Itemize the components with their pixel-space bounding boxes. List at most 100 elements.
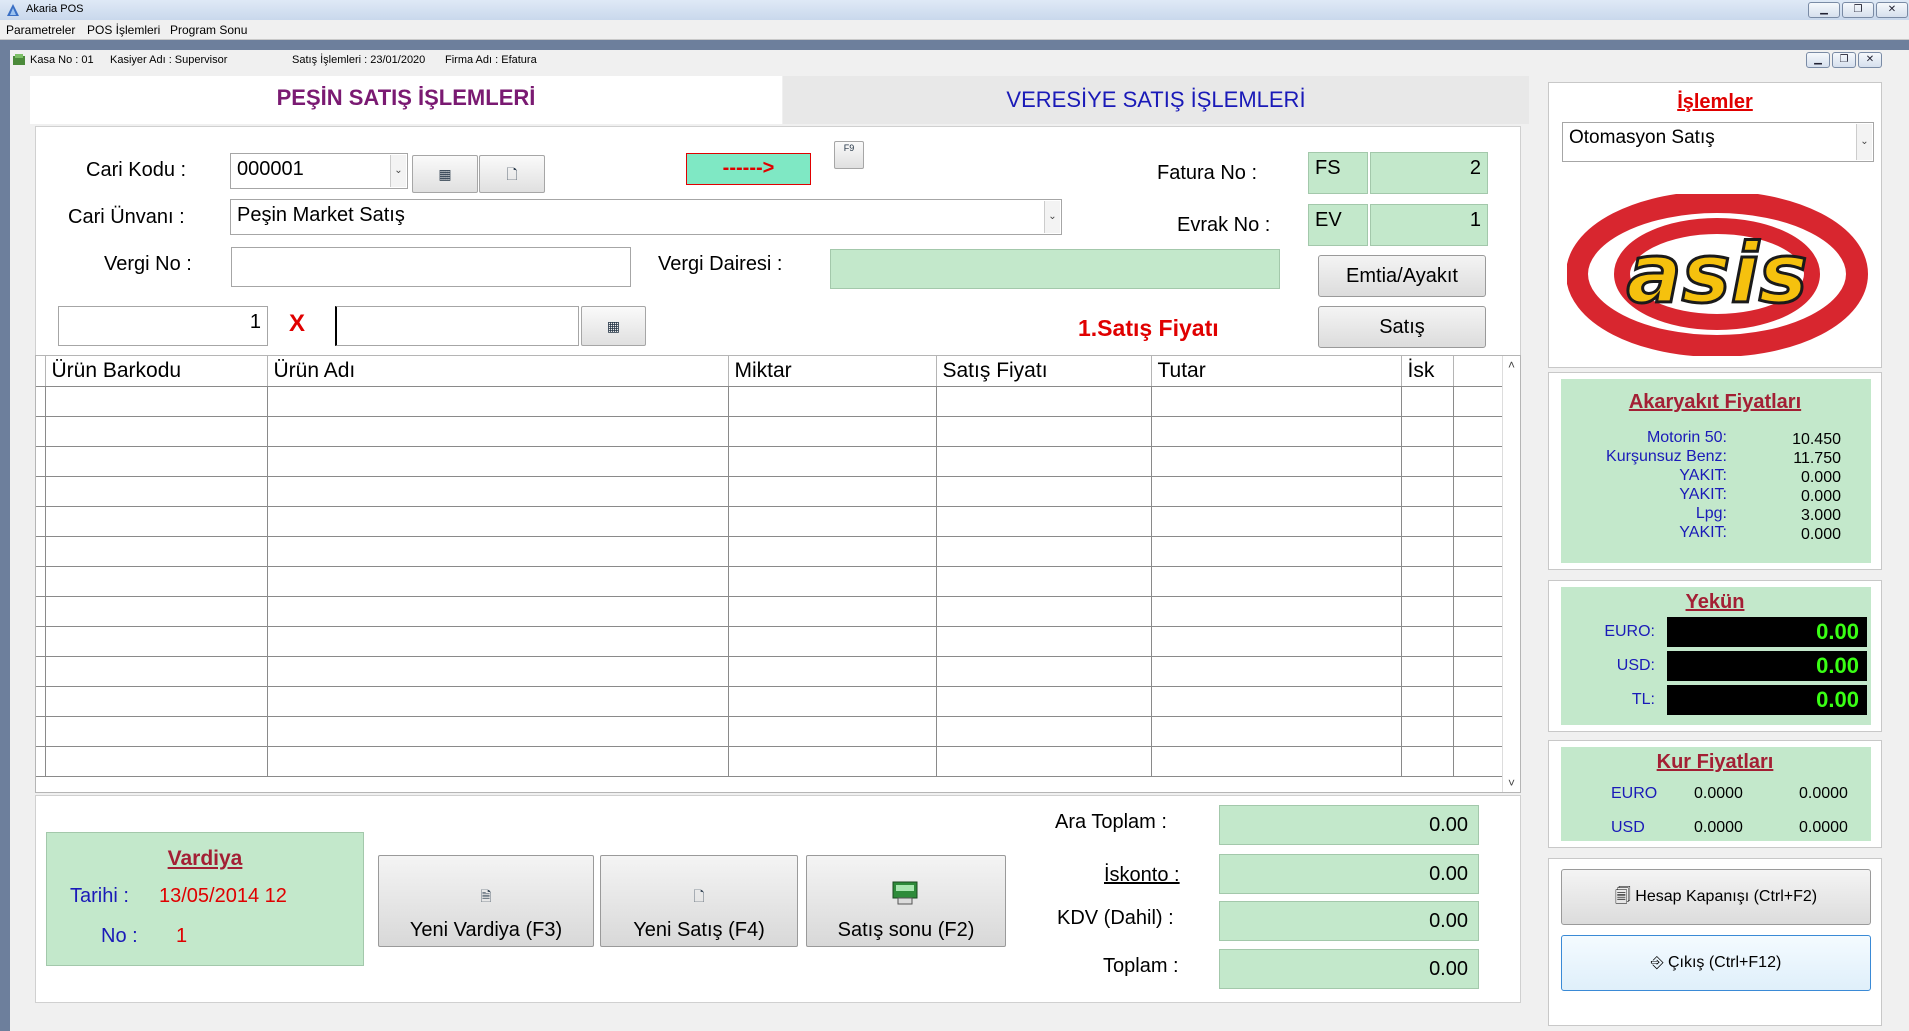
grid-cell[interactable] [936,446,1152,477]
grid-cell[interactable] [936,566,1152,597]
grid-cell[interactable] [1401,626,1454,657]
row-header[interactable] [36,656,46,687]
menu-pos-islemleri[interactable]: POS İşlemleri [87,23,160,37]
grid-cell[interactable] [728,596,937,627]
grid-cell[interactable] [1453,746,1504,777]
yeni-satis-button[interactable]: 🗋 Yeni Satış (F4) [600,855,798,947]
grid-cell[interactable] [728,506,937,537]
row-header[interactable] [36,716,46,747]
grid-cell[interactable] [936,386,1152,417]
table-row[interactable] [36,746,1504,777]
scroll-down-icon[interactable]: ˅ [1503,776,1520,790]
grid-cell[interactable] [1151,746,1402,777]
quantity-input[interactable]: 1 [58,306,268,346]
grid-cell[interactable] [45,476,268,507]
grid-cell[interactable] [1453,716,1504,747]
grid-cell[interactable] [267,446,729,477]
row-header[interactable] [36,746,46,777]
grid-cell[interactable] [1453,386,1504,417]
grid-cell[interactable] [1401,506,1454,537]
grid-cell[interactable] [936,416,1152,447]
table-row[interactable] [36,716,1504,747]
grid-cell[interactable] [1453,476,1504,507]
grid-cell[interactable] [936,596,1152,627]
table-row[interactable] [36,656,1504,687]
grid-cell[interactable] [936,686,1152,717]
col-satis-fiyati[interactable]: Satış Fiyatı [936,356,1152,387]
fatura-no-field[interactable]: 2 [1370,152,1488,194]
grid-cell[interactable] [728,716,937,747]
row-header[interactable] [36,536,46,567]
cari-kodu-combo[interactable]: 000001 ⌄ [230,153,408,189]
grid-cell[interactable] [1453,446,1504,477]
grid-cell[interactable] [45,506,268,537]
barcode-input[interactable] [335,306,579,346]
grid-cell[interactable] [45,416,268,447]
grid-cell[interactable] [1453,566,1504,597]
close-button[interactable]: ✕ [1876,2,1908,18]
table-row[interactable] [36,566,1504,597]
row-header[interactable] [36,386,46,417]
grid-cell[interactable] [267,536,729,567]
calendar-button[interactable]: ▦ [412,155,478,193]
row-header[interactable] [36,626,46,657]
child-minimize-button[interactable]: ▁ [1806,52,1830,68]
grid-cell[interactable] [267,566,729,597]
grid-cell[interactable] [1401,746,1454,777]
col-urun-adi[interactable]: Ürün Adı [267,356,729,387]
ara-toplam-field[interactable]: 0.00 [1219,805,1479,845]
row-header[interactable] [36,476,46,507]
grid-cell[interactable] [267,686,729,717]
row-header[interactable] [36,686,46,717]
grid-cell[interactable] [1401,656,1454,687]
grid-cell[interactable] [1151,506,1402,537]
grid-cell[interactable] [1453,506,1504,537]
iskonto-field[interactable]: 0.00 [1219,854,1479,894]
table-row[interactable] [36,596,1504,627]
table-row[interactable] [36,446,1504,477]
chevron-down-icon[interactable]: ⌄ [1856,124,1872,160]
kdv-field[interactable]: 0.00 [1219,901,1479,941]
table-row[interactable] [36,686,1504,717]
chevron-down-icon[interactable]: ⌄ [1044,201,1060,233]
col-miktar[interactable]: Miktar [728,356,937,387]
grid-cell[interactable] [728,476,937,507]
cari-unvani-combo[interactable]: Peşin Market Satış ⌄ [230,199,1062,235]
grid-cell[interactable] [1151,386,1402,417]
cikis-button[interactable]: ⎆ Çıkış (Ctrl+F12) [1561,935,1871,991]
satis-sonu-button[interactable]: Satış sonu (F2) [806,855,1006,947]
grid-cell[interactable] [1151,476,1402,507]
restore-button[interactable]: ❐ [1842,2,1874,18]
grid-cell[interactable] [45,746,268,777]
grid-cell[interactable] [45,536,268,567]
grid-cell[interactable] [936,746,1152,777]
grid-cell[interactable] [267,626,729,657]
grid-cell[interactable] [936,506,1152,537]
grid-cell[interactable] [728,416,937,447]
grid-cell[interactable] [728,566,937,597]
grid-cell[interactable] [1401,686,1454,717]
grid-cell[interactable] [1401,716,1454,747]
grid-cell[interactable] [1151,656,1402,687]
vergi-no-input[interactable] [231,247,631,287]
col-isk[interactable]: İsk [1401,356,1454,387]
grid-cell[interactable] [267,656,729,687]
grid-cell[interactable] [1151,566,1402,597]
grid-cell[interactable] [1453,416,1504,447]
table-row[interactable] [36,626,1504,657]
grid-cell[interactable] [1401,596,1454,627]
grid-cell[interactable] [728,686,937,717]
grid-cell[interactable] [1401,476,1454,507]
sales-grid[interactable]: Ürün Barkodu Ürün Adı Miktar Satış Fiyat… [35,355,1521,793]
grid-cell[interactable] [1151,416,1402,447]
table-row[interactable] [36,416,1504,447]
row-header[interactable] [36,416,46,447]
grid-cell[interactable] [1453,656,1504,687]
grid-cell[interactable] [1151,686,1402,717]
hesap-kapanisi-button[interactable]: 🗐 Hesap Kapanışı (Ctrl+F2) [1561,869,1871,925]
row-header[interactable] [36,566,46,597]
grid-cell[interactable] [45,716,268,747]
chevron-down-icon[interactable]: ⌄ [390,155,406,187]
tab-pesin-satis[interactable]: PEŞİN SATIŞ İŞLEMLERİ [30,76,782,124]
grid-cell[interactable] [728,656,937,687]
